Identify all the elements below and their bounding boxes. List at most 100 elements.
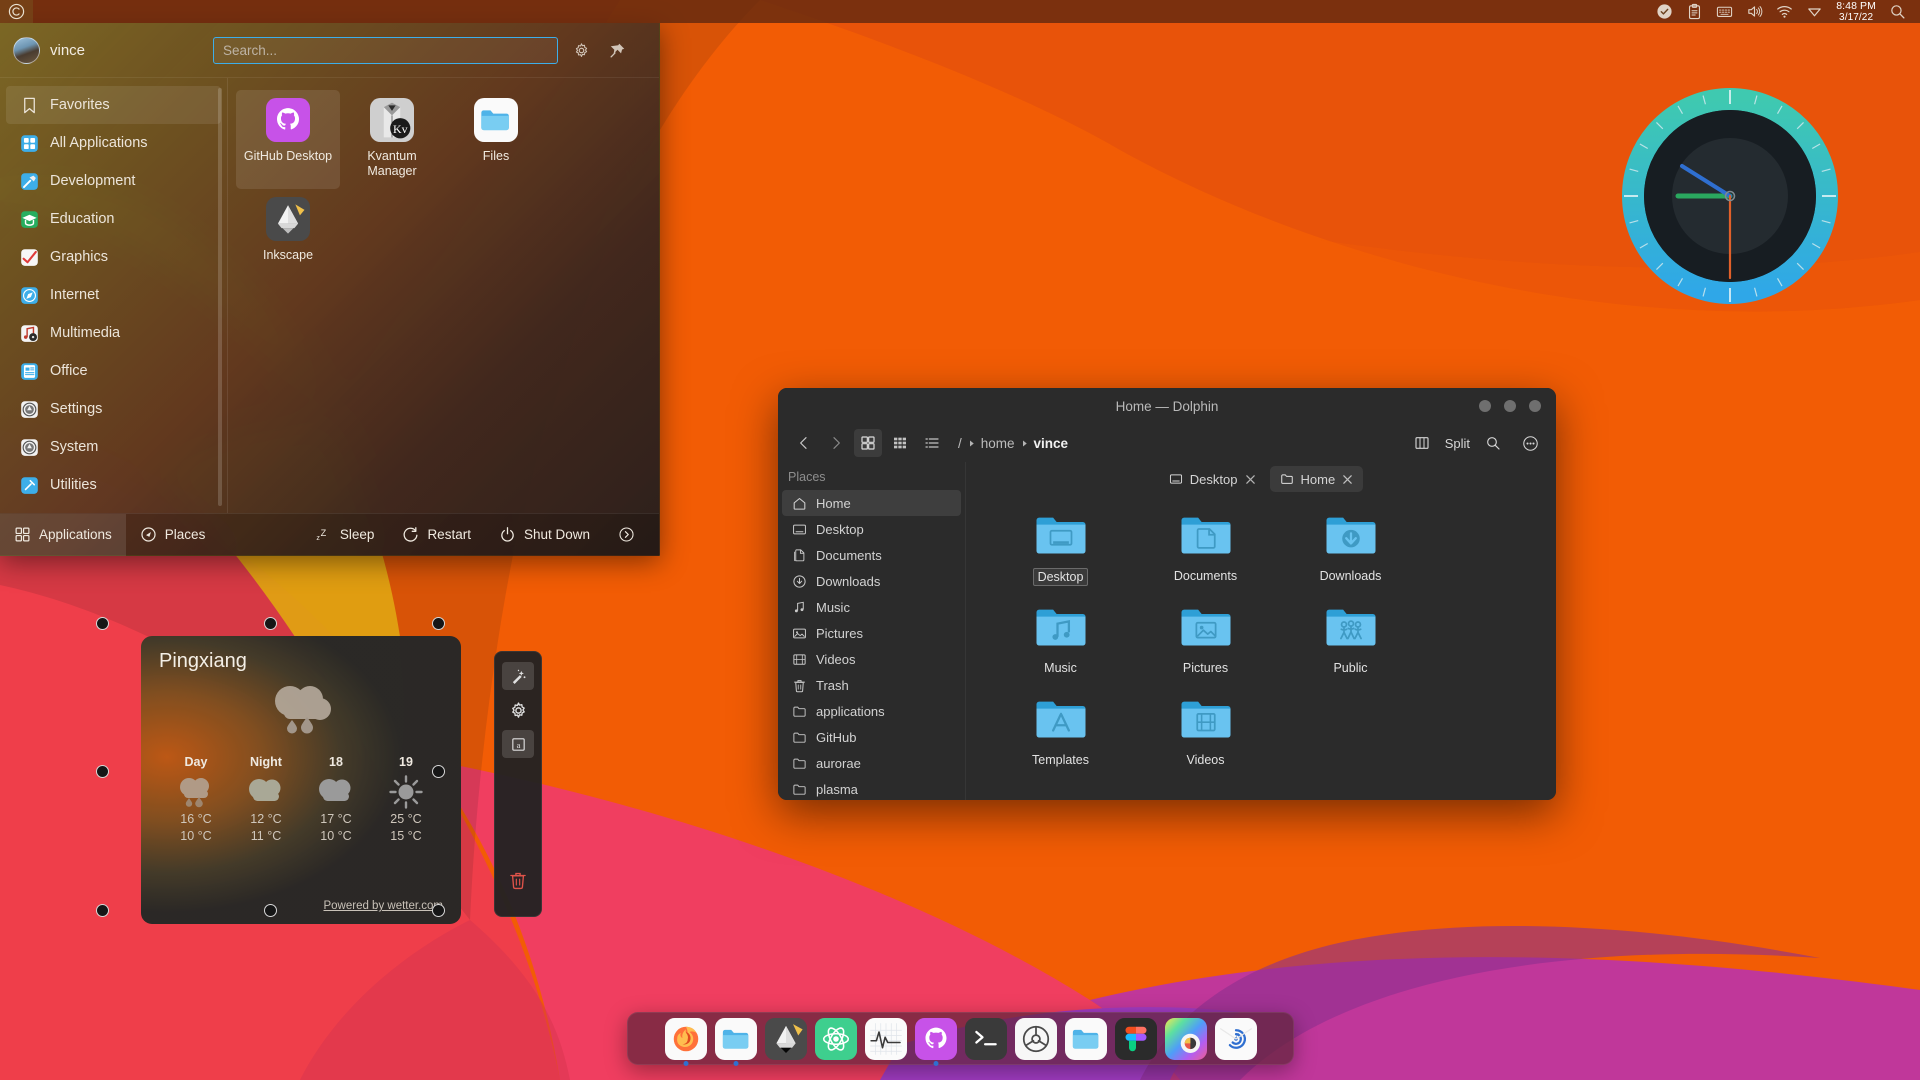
place-downloads[interactable]: Downloads xyxy=(782,568,961,594)
category-education[interactable]: Education xyxy=(6,200,221,238)
avatar[interactable] xyxy=(13,37,40,64)
resize-handle-top-center[interactable] xyxy=(264,617,277,630)
place-home[interactable]: Home xyxy=(782,490,961,516)
dock-item-firefox[interactable] xyxy=(665,1018,707,1060)
clock[interactable]: 8:48 PM 3/17/22 xyxy=(1836,1,1876,23)
tab-desktop[interactable]: Desktop xyxy=(1159,466,1266,492)
tab-home[interactable]: Home xyxy=(1270,466,1364,492)
file-item-downloads[interactable]: Downloads xyxy=(1278,506,1423,598)
widget-settings-button[interactable] xyxy=(502,696,534,724)
file-item-music[interactable]: Music xyxy=(988,598,1133,690)
shutdown-button[interactable]: Shut Down xyxy=(485,514,604,556)
category-favorites[interactable]: Favorites xyxy=(6,86,221,124)
dolphin-titlebar[interactable]: Home — Dolphin xyxy=(778,388,1556,424)
wetter-link[interactable]: Powered by wetter.com xyxy=(323,900,443,912)
dock-item-figma[interactable] xyxy=(1115,1018,1157,1060)
clipboard-icon[interactable] xyxy=(1686,3,1703,20)
file-item-templates[interactable]: Templates xyxy=(988,690,1133,782)
breadcrumb[interactable]: / home vince xyxy=(958,436,1068,451)
network-wifi-icon[interactable] xyxy=(1776,3,1793,20)
resize-handle-bottom-right[interactable] xyxy=(432,904,445,917)
resize-handle-bottom-center[interactable] xyxy=(264,904,277,917)
tray-expand-icon[interactable] xyxy=(1806,3,1823,20)
category-utilities[interactable]: Utilities xyxy=(6,466,221,504)
footer-places-button[interactable]: Places xyxy=(126,514,220,556)
widget-alternatives-button[interactable] xyxy=(502,662,534,690)
category-multimedia[interactable]: Multimedia xyxy=(6,314,221,352)
app-files[interactable]: Files xyxy=(444,90,548,189)
file-item-public[interactable]: Public xyxy=(1278,598,1423,690)
category-settings[interactable]: Settings xyxy=(6,390,221,428)
dock-item-system-monitor[interactable] xyxy=(865,1018,907,1060)
minimize-button[interactable] xyxy=(1479,400,1491,412)
restart-button[interactable]: Restart xyxy=(388,514,485,556)
dock-item-terminal[interactable] xyxy=(965,1018,1007,1060)
app-github-desktop[interactable]: GitHub Desktop xyxy=(236,90,340,189)
file-item-documents[interactable]: Documents xyxy=(1133,506,1278,598)
more-actions-button[interactable] xyxy=(604,514,649,556)
category-internet[interactable]: Internet xyxy=(6,276,221,314)
place-pictures[interactable]: Pictures xyxy=(782,620,961,646)
category-system[interactable]: System xyxy=(6,428,221,466)
split-view-button[interactable] xyxy=(1408,429,1436,457)
place-music[interactable]: Music xyxy=(782,594,961,620)
search-icon[interactable] xyxy=(1889,3,1906,20)
file-item-pictures[interactable]: Pictures xyxy=(1133,598,1278,690)
place-plasma[interactable]: plasma xyxy=(782,776,961,800)
sleep-button[interactable]: z Z Sleep xyxy=(301,514,389,556)
file-item-videos[interactable]: Videos xyxy=(1133,690,1278,782)
dock-item-color-picker[interactable] xyxy=(1165,1018,1207,1060)
dock-item-files[interactable] xyxy=(715,1018,757,1060)
place-trash[interactable]: Trash xyxy=(782,672,961,698)
resize-handle-top-left[interactable] xyxy=(96,617,109,630)
search-button[interactable] xyxy=(1479,429,1507,457)
breadcrumb-current[interactable]: vince xyxy=(1034,436,1069,451)
search-input[interactable] xyxy=(213,37,558,64)
place-desktop[interactable]: Desktop xyxy=(782,516,961,542)
back-button[interactable] xyxy=(790,429,818,457)
file-item-desktop[interactable]: Desktop xyxy=(988,506,1133,598)
place-documents[interactable]: Documents xyxy=(782,542,961,568)
place-aurorae[interactable]: aurorae xyxy=(782,750,961,776)
notifications-icon[interactable] xyxy=(1656,3,1673,20)
footer-applications-button[interactable]: Applications xyxy=(0,514,126,556)
resize-handle-bottom-left[interactable] xyxy=(96,904,109,917)
widget-remove-button[interactable] xyxy=(502,866,534,894)
close-icon[interactable] xyxy=(1245,474,1256,485)
category-development[interactable]: Development xyxy=(6,162,221,200)
resize-handle-top-right[interactable] xyxy=(432,617,445,630)
dock-item-system-settings[interactable] xyxy=(1015,1018,1057,1060)
app-kvantum-manager[interactable]: Kv Kvantum Manager xyxy=(340,90,444,189)
configure-button[interactable] xyxy=(568,37,594,63)
breadcrumb-root[interactable]: / xyxy=(958,436,962,451)
dock-item-atom[interactable] xyxy=(815,1018,857,1060)
close-icon[interactable] xyxy=(1342,474,1353,485)
resize-handle-middle-left[interactable] xyxy=(96,765,109,778)
category-graphics[interactable]: Graphics xyxy=(6,238,221,276)
category-all-applications[interactable]: All Applications xyxy=(6,124,221,162)
place-videos[interactable]: Videos xyxy=(782,646,961,672)
app-inkscape[interactable]: Inkscape xyxy=(236,189,340,273)
menu-button[interactable] xyxy=(1516,429,1544,457)
dock-item-github-desktop[interactable] xyxy=(915,1018,957,1060)
volume-icon[interactable] xyxy=(1746,3,1763,20)
category-office[interactable]: Office xyxy=(6,352,221,390)
place-applications[interactable]: applications xyxy=(782,698,961,724)
forward-button[interactable] xyxy=(822,429,850,457)
maximize-button[interactable] xyxy=(1504,400,1516,412)
compact-view-button[interactable] xyxy=(886,429,914,457)
panel-launcher-button[interactable] xyxy=(0,0,33,23)
analog-clock-widget[interactable] xyxy=(1620,86,1840,306)
resize-handle-middle-right[interactable] xyxy=(432,765,445,778)
dock-item-compass[interactable] xyxy=(1215,1018,1257,1060)
category-scrollbar[interactable] xyxy=(218,88,222,506)
close-button[interactable] xyxy=(1529,400,1541,412)
place-github[interactable]: GitHub xyxy=(782,724,961,750)
dock-item-file-manager[interactable] xyxy=(1065,1018,1107,1060)
details-view-button[interactable] xyxy=(918,429,946,457)
weather-card[interactable]: Pingxiang Day 16 °C 10 °C xyxy=(141,636,461,924)
pin-button[interactable] xyxy=(604,37,630,63)
widget-font-button[interactable]: a xyxy=(502,730,534,758)
icons-view-button[interactable] xyxy=(854,429,882,457)
breadcrumb-home[interactable]: home xyxy=(981,436,1015,451)
